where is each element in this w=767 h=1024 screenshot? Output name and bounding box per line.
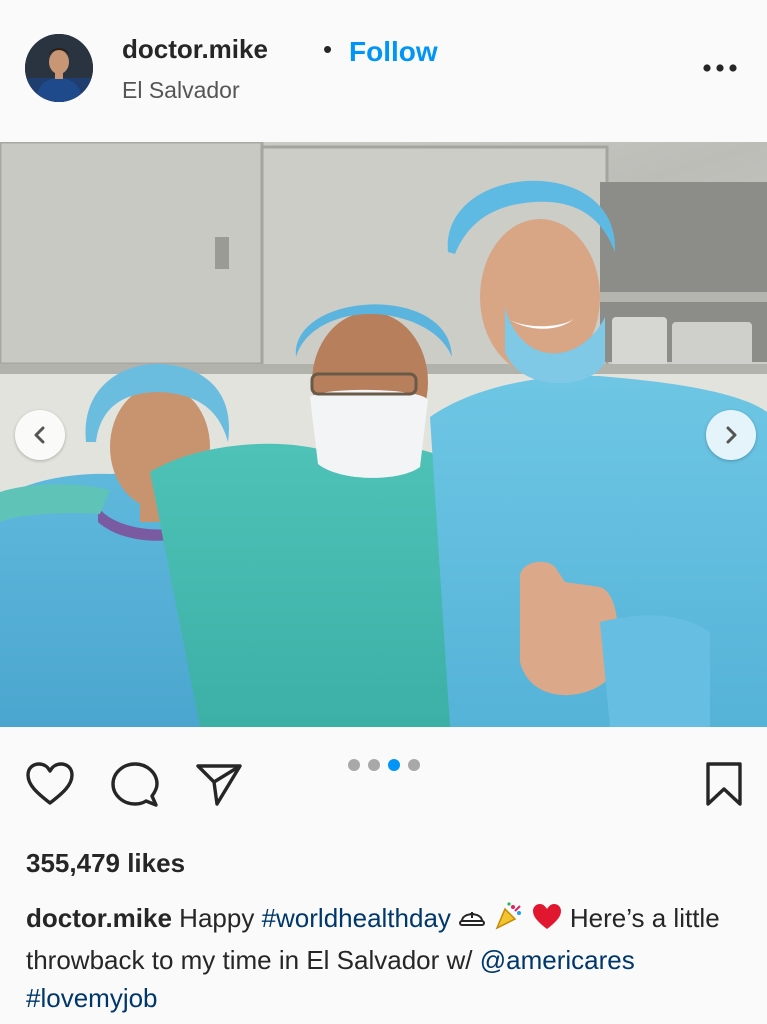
bookmark-icon <box>706 762 742 806</box>
carousel-dot <box>368 759 380 771</box>
follow-button[interactable]: Follow <box>349 36 438 68</box>
chevron-right-icon <box>726 426 737 444</box>
share-button[interactable] <box>195 763 243 812</box>
rescue-helmet-icon <box>458 903 486 941</box>
hashtag-link[interactable]: #worldhealthday <box>262 903 451 933</box>
post-header: doctor.mike • Follow El Salvador <box>0 0 767 142</box>
caption-text: Happy <box>179 903 255 933</box>
next-photo-button[interactable] <box>706 410 756 460</box>
likes-count[interactable]: 355,479 likes <box>26 848 185 879</box>
carousel-dot-active <box>388 759 400 771</box>
paper-plane-icon <box>196 764 242 806</box>
action-bar <box>0 727 767 837</box>
instagram-post: doctor.mike • Follow El Salvador 355,479… <box>0 0 767 1024</box>
carousel-dot <box>348 759 360 771</box>
mention-link[interactable]: @americares <box>480 945 635 975</box>
comment-icon <box>111 762 159 807</box>
username[interactable]: doctor.mike <box>122 34 268 65</box>
photo-illustration <box>0 142 767 727</box>
previous-photo-button[interactable] <box>15 410 65 460</box>
comment-button[interactable] <box>111 761 159 814</box>
party-popper-icon <box>493 901 523 941</box>
save-button[interactable] <box>704 761 744 812</box>
chevron-left-icon <box>34 426 45 444</box>
more-dots-icon[interactable] <box>700 58 740 78</box>
post-photo[interactable] <box>0 142 767 727</box>
red-heart-icon <box>531 903 563 941</box>
like-button[interactable] <box>25 761 75 812</box>
location-link[interactable]: El Salvador <box>122 77 240 104</box>
hashtag-link[interactable]: #lovemyjob <box>26 983 158 1013</box>
carousel-dot <box>408 759 420 771</box>
carousel-indicator <box>348 759 420 771</box>
heart-icon <box>26 762 74 805</box>
avatar[interactable] <box>25 34 93 102</box>
separator-dot: • <box>323 34 333 64</box>
caption: doctor.mike Happy #worldhealthday Here’s… <box>26 899 746 1017</box>
caption-username[interactable]: doctor.mike <box>26 903 172 933</box>
